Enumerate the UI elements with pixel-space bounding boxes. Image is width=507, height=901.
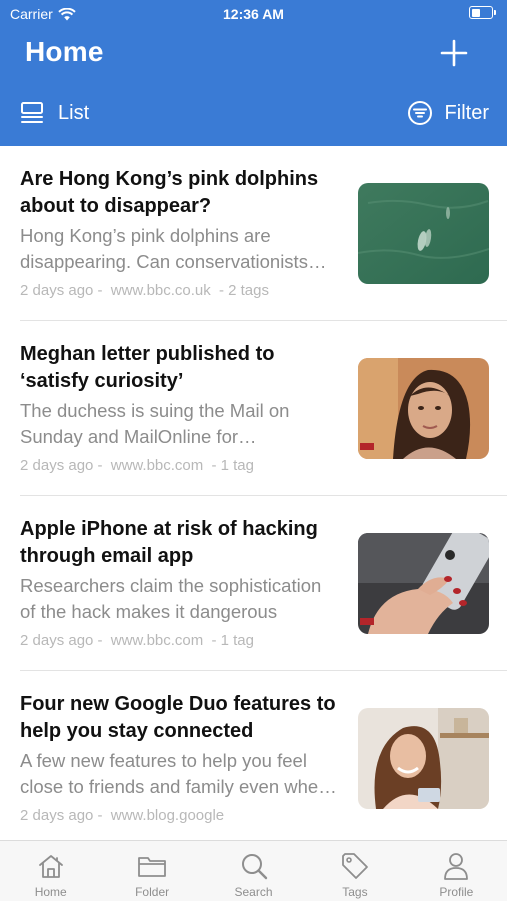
list-label: List — [58, 101, 90, 124]
article-list: Are Hong Kong’s pink dolphins about to d… — [0, 146, 507, 846]
article-title: Four new Google Duo features to help you… — [20, 693, 336, 742]
article-time: 2 days ago - — [20, 282, 103, 299]
status-time: 12:36 AM — [223, 6, 284, 22]
article-meta: 2 days ago - www.bbc.co.uk - 2 tags — [20, 282, 273, 299]
article-tags: - 1 tag — [211, 632, 254, 649]
plus-icon — [440, 39, 468, 67]
tag-icon — [342, 853, 368, 879]
app-header: Carrier 12:36 AM Home List Filter — [0, 0, 507, 146]
tab-folder[interactable]: Folder — [101, 841, 202, 901]
tab-tags[interactable]: Tags — [304, 841, 405, 901]
home-icon — [38, 855, 63, 878]
article-tags: - 2 tags — [218, 282, 269, 299]
tab-bar: Home Folder Search Tags Profile — [0, 840, 507, 901]
page-title: Home — [25, 36, 104, 67]
article-meta: 2 days ago - www.bbc.com - 1 tag — [20, 632, 258, 649]
article-thumbnail — [358, 533, 489, 634]
filter-button[interactable]: Filter — [407, 96, 489, 130]
person-icon — [444, 853, 469, 880]
article-time: 2 days ago - — [20, 807, 103, 824]
article-title: Apple iPhone at risk of hacking through … — [20, 518, 318, 567]
article-summary: A few new features to help you feel clos… — [20, 750, 329, 797]
tab-label: Home — [34, 885, 67, 899]
article-thumbnail — [358, 183, 489, 284]
filter-label: Filter — [444, 101, 489, 124]
article-summary: Researchers claim the sophistication of … — [20, 575, 322, 622]
tab-profile[interactable]: Profile — [406, 841, 507, 901]
tab-label: Tags — [342, 885, 368, 899]
article-item[interactable]: Four new Google Duo features to help you… — [0, 671, 507, 846]
article-thumbnail — [358, 358, 489, 459]
article-item[interactable]: Are Hong Kong’s pink dolphins about to d… — [0, 146, 507, 321]
battery-icon — [469, 6, 496, 19]
article-source: www.blog.google — [110, 807, 225, 824]
article-title: Are Hong Kong’s pink dolphins about to d… — [20, 168, 319, 217]
tab-label: Folder — [135, 885, 170, 899]
article-meta: 2 days ago - www.blog.google — [20, 807, 232, 824]
article-title: Meghan letter published to ‘satisfy curi… — [20, 343, 275, 392]
article-thumbnail — [358, 708, 489, 809]
folder-icon — [138, 857, 167, 877]
tab-label: Search — [234, 885, 273, 899]
tab-label: Profile — [439, 885, 474, 899]
list-icon — [21, 102, 43, 123]
article-tags: - 1 tag — [211, 457, 254, 474]
article-item[interactable]: Meghan letter published to ‘satisfy curi… — [0, 321, 507, 496]
status-bar: Carrier 12:36 AM — [0, 0, 507, 28]
article-time: 2 days ago - — [20, 632, 103, 649]
tab-search[interactable]: Search — [203, 841, 304, 901]
tab-home[interactable]: Home — [0, 841, 101, 901]
list-view-button[interactable]: List — [20, 96, 89, 130]
search-icon — [241, 854, 267, 880]
article-meta: 2 days ago - www.bbc.com - 1 tag — [20, 457, 258, 474]
article-item[interactable]: Apple iPhone at risk of hacking through … — [0, 496, 507, 671]
article-source: www.bbc.com — [110, 632, 204, 649]
article-source: www.bbc.com — [110, 457, 204, 474]
article-source: www.bbc.co.uk — [110, 282, 211, 299]
article-summary: The duchess is suing the Mail on Sunday … — [20, 400, 290, 447]
article-summary: Hong Kong’s pink dolphins are disappeari… — [20, 225, 308, 272]
article-time: 2 days ago - — [20, 457, 103, 474]
add-button[interactable] — [439, 38, 469, 68]
filter-icon — [407, 101, 432, 125]
